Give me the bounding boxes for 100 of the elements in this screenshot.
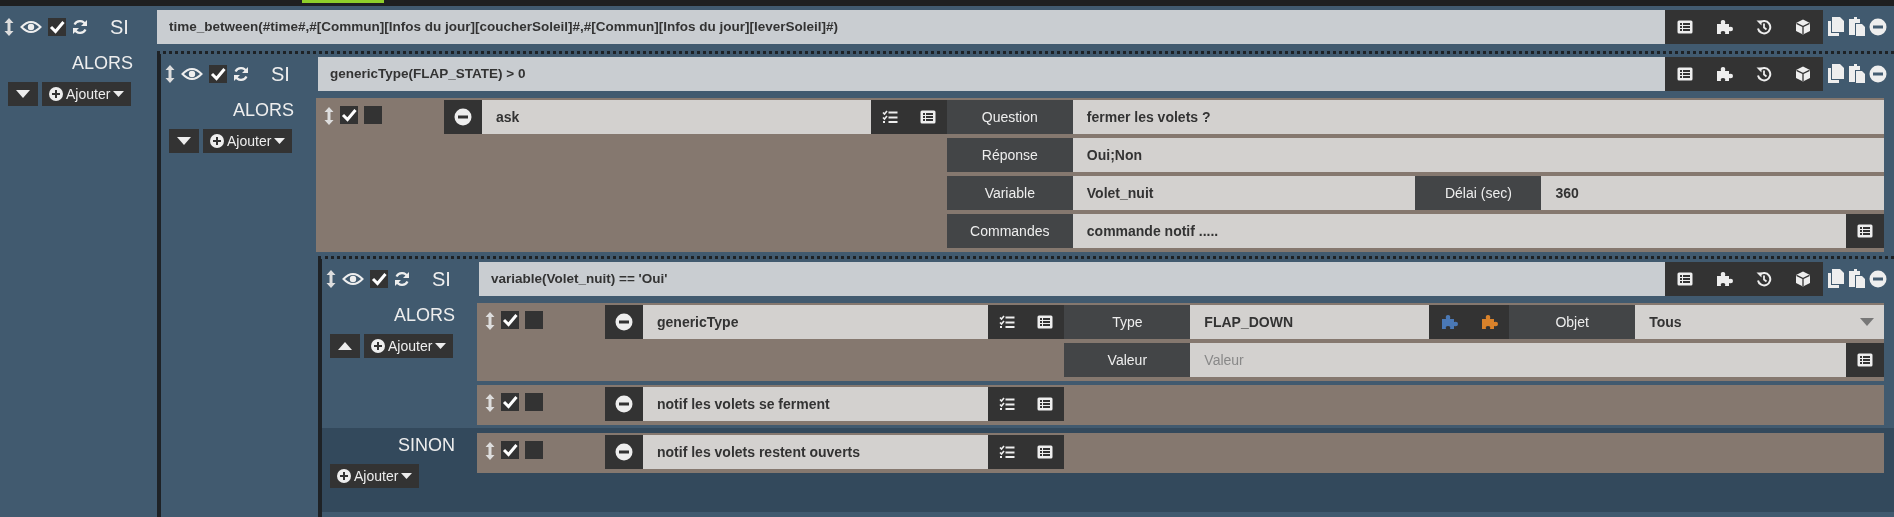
- checkbox[interactable]: [501, 441, 519, 459]
- select-command-button[interactable]: [1846, 214, 1884, 248]
- collapse-button[interactable]: [169, 129, 199, 153]
- history-icon[interactable]: [1755, 66, 1772, 82]
- option-label: Type: [1064, 305, 1191, 339]
- plus-circle-icon: [371, 339, 385, 353]
- select-action-button[interactable]: [988, 305, 1027, 339]
- refresh-icon[interactable]: [394, 271, 410, 287]
- copy-icon[interactable]: [1827, 17, 1845, 37]
- remove-icon[interactable]: [1869, 18, 1887, 36]
- option-label: Délai (sec): [1415, 176, 1542, 210]
- puzzle-icon[interactable]: [1715, 66, 1733, 82]
- eye-icon[interactable]: [181, 67, 203, 81]
- remove-button[interactable]: [444, 100, 482, 134]
- drag-handle-icon[interactable]: [324, 106, 334, 126]
- minus-circle-icon: [615, 313, 633, 331]
- cube-icon[interactable]: [1795, 271, 1812, 287]
- plus-circle-icon: [49, 87, 63, 101]
- caret-up-icon: [338, 342, 352, 350]
- checkbox[interactable]: [364, 106, 382, 124]
- else-label: SINON: [397, 435, 456, 456]
- eye-icon[interactable]: [342, 272, 364, 286]
- drag-handle-icon[interactable]: [4, 17, 14, 37]
- minus-circle-icon: [615, 395, 633, 413]
- remove-button[interactable]: [605, 435, 643, 469]
- copy-icon[interactable]: [1827, 64, 1845, 84]
- select-command-button[interactable]: [1846, 343, 1884, 377]
- checkbox[interactable]: [525, 393, 543, 411]
- select-action-button[interactable]: [988, 387, 1027, 421]
- checkbox[interactable]: [340, 106, 358, 124]
- refresh-icon[interactable]: [72, 19, 88, 35]
- minus-circle-icon: [615, 443, 633, 461]
- option-field[interactable]: FLAP_DOWN: [1190, 305, 1430, 339]
- plus-circle-icon: [210, 134, 224, 148]
- caret-down-icon: [1860, 318, 1874, 326]
- option-field[interactable]: Oui;Non: [1072, 138, 1884, 172]
- option-field[interactable]: 360: [1541, 176, 1884, 210]
- then-label: ALORS: [392, 305, 456, 326]
- list-icon: [1857, 353, 1873, 367]
- drag-handle-icon[interactable]: [485, 393, 495, 413]
- drag-handle-icon[interactable]: [165, 64, 175, 84]
- eye-icon[interactable]: [20, 20, 42, 34]
- history-icon[interactable]: [1755, 19, 1772, 35]
- condition-field[interactable]: genericType(FLAP_STATE) > 0: [318, 57, 1665, 91]
- select-command-button[interactable]: [1026, 387, 1065, 421]
- collapse-button[interactable]: [8, 82, 38, 106]
- collapse-button[interactable]: [330, 334, 360, 358]
- remove-button[interactable]: [605, 305, 643, 339]
- puzzle-icon[interactable]: [1715, 271, 1733, 287]
- checklist-icon: [999, 445, 1016, 459]
- cube-icon[interactable]: [1795, 66, 1812, 82]
- paste-icon[interactable]: [1848, 64, 1866, 84]
- caret-down-icon: [435, 343, 447, 349]
- drag-handle-icon[interactable]: [485, 311, 495, 331]
- checklist-icon: [999, 315, 1016, 329]
- action-field[interactable]: ask: [482, 100, 871, 134]
- caret-down-icon: [16, 90, 30, 98]
- condition-field[interactable]: time_between(#time#,#[Commun][Infos du jour][coucherSoleil]#,#[Commun][Infos du jour][leverSoleil]#): [157, 10, 1665, 44]
- option-select[interactable]: Tous: [1635, 305, 1884, 339]
- paste-icon[interactable]: [1848, 269, 1866, 289]
- select-action-button[interactable]: [988, 435, 1027, 469]
- checkbox[interactable]: [525, 441, 543, 459]
- list-icon: [1037, 445, 1054, 459]
- list-icon: [1857, 224, 1873, 238]
- select-command-button[interactable]: [908, 100, 947, 134]
- refresh-icon[interactable]: [233, 66, 249, 82]
- checkbox[interactable]: [501, 393, 519, 411]
- option-field[interactable]: Volet_nuit: [1072, 176, 1416, 210]
- option-label: Objet: [1509, 305, 1636, 339]
- checkbox[interactable]: [501, 311, 519, 329]
- option-field[interactable]: commande notif .....: [1072, 214, 1846, 248]
- action-field[interactable]: genericType: [643, 305, 989, 339]
- checkbox[interactable]: [209, 65, 227, 83]
- plus-circle-icon: [337, 469, 351, 483]
- select-command-button[interactable]: [1026, 305, 1065, 339]
- checkbox[interactable]: [48, 18, 66, 36]
- puzzle-icon[interactable]: [1715, 19, 1733, 35]
- add-dropdown-button[interactable]: Ajouter: [364, 334, 454, 358]
- remove-icon[interactable]: [1869, 65, 1887, 83]
- drag-handle-icon[interactable]: [485, 441, 495, 461]
- option-field[interactable]: Valeur: [1190, 343, 1846, 377]
- copy-icon[interactable]: [1827, 269, 1845, 289]
- select-action-button[interactable]: [870, 100, 909, 134]
- add-dropdown-button[interactable]: Ajouter: [42, 82, 132, 106]
- then-label: ALORS: [231, 100, 295, 121]
- action-field[interactable]: notif les volets se ferment: [643, 387, 989, 421]
- remove-icon[interactable]: [1869, 270, 1887, 288]
- paste-icon[interactable]: [1848, 17, 1866, 37]
- checkbox[interactable]: [370, 270, 388, 288]
- history-icon[interactable]: [1755, 271, 1772, 287]
- drag-handle-icon[interactable]: [326, 269, 336, 289]
- select-command-button[interactable]: [1026, 435, 1065, 469]
- add-dropdown-button[interactable]: Ajouter: [330, 464, 420, 488]
- option-field[interactable]: fermer les volets ?: [1072, 100, 1884, 134]
- checkbox[interactable]: [525, 311, 543, 329]
- cube-icon[interactable]: [1795, 19, 1812, 35]
- remove-button[interactable]: [605, 387, 643, 421]
- condition-field[interactable]: variable(Volet_nuit) == 'Oui': [479, 262, 1665, 296]
- action-field[interactable]: notif les volets restent ouverts: [643, 435, 989, 469]
- add-dropdown-button[interactable]: Ajouter: [203, 129, 293, 153]
